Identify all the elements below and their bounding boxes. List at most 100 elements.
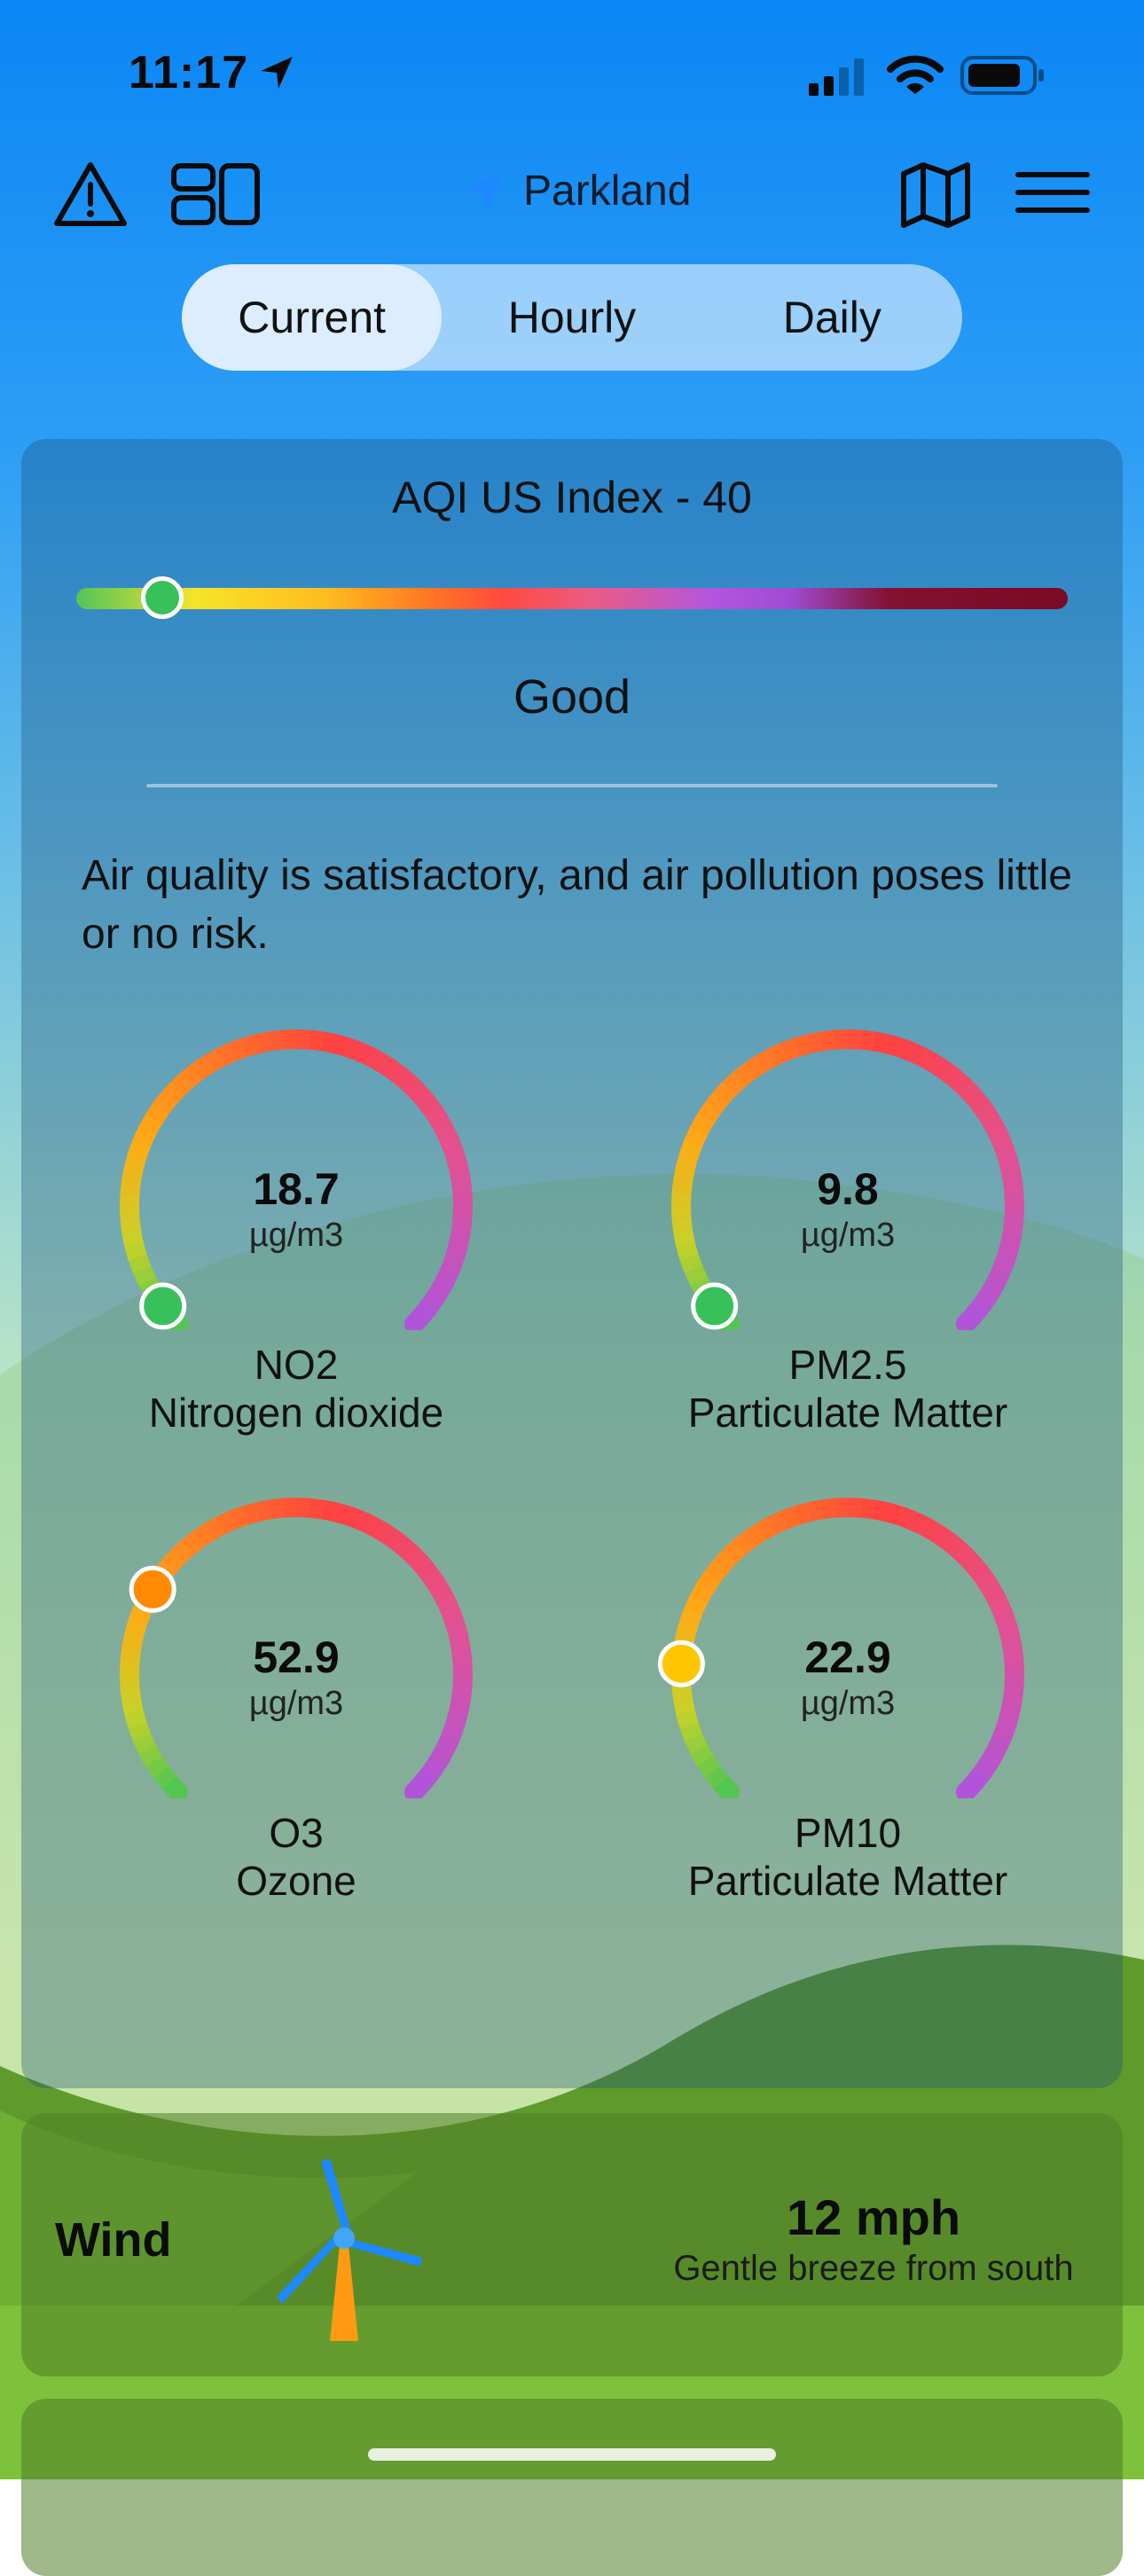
layout-icon[interactable]: [171, 163, 260, 225]
gauge-arc-segment: [992, 1138, 1016, 1158]
gauge-arc-segment: [407, 1549, 431, 1573]
status-time: 11:17: [129, 47, 249, 98]
next-card[interactable]: [21, 2399, 1123, 2576]
gauge-arc-segment: [884, 1502, 903, 1525]
gauge-arc-segment: [896, 1506, 916, 1530]
aqi-scale-marker: [141, 576, 184, 619]
gauge-arc-segment: [441, 1722, 465, 1742]
gauge-arc-segment: [441, 1254, 465, 1274]
menu-icon[interactable]: [1015, 170, 1090, 215]
gauge-name: Particulate Matter: [687, 1858, 1008, 1904]
gauge-arc-segment: [705, 1766, 729, 1789]
gauge-arc-segment: [733, 1531, 756, 1555]
gauge-arc-segment: [939, 1531, 963, 1555]
tab-current[interactable]: Current: [182, 264, 442, 371]
gauge-arc-segment: [685, 1593, 709, 1615]
time-range-tabs: Current Hourly Daily: [182, 264, 962, 371]
gauge-arc-segment: [992, 1722, 1016, 1742]
gauge-arc-segment: [834, 1030, 849, 1050]
tab-daily[interactable]: Daily: [702, 264, 962, 371]
gauge-arc-segment: [161, 1549, 185, 1573]
gauge-arc-segment: [872, 1031, 889, 1053]
gauge-arc-segment: [780, 1037, 800, 1061]
gauge-arc-segment: [429, 1114, 454, 1135]
gauge-arc-segment: [713, 1081, 737, 1105]
wind-speed: 12 mph: [786, 2189, 961, 2245]
gauge-arc-segment: [987, 1125, 1011, 1147]
gauge-arc-segment: [255, 1031, 272, 1053]
gauge-arc-segment: [929, 1055, 952, 1079]
gauge-arc-segment: [987, 1593, 1011, 1615]
gauge-value: 52.9: [253, 1633, 340, 1682]
gauge-arc-segment: [834, 1498, 849, 1518]
wifi-icon: [887, 55, 944, 94]
gauge-code: PM2.5: [788, 1342, 907, 1388]
gauge-arc-segment: [705, 1559, 729, 1583]
gauge-arc-segment: [320, 1031, 338, 1053]
gauge-arc-segment: [215, 1511, 237, 1535]
gauge-arc-segment: [949, 1539, 973, 1563]
gauge-arc-segment: [929, 1523, 952, 1547]
tab-hourly[interactable]: Hourly: [442, 264, 701, 371]
gauge-arc-segment: [697, 1102, 721, 1124]
gauge-arc-segment: [949, 1071, 973, 1095]
gauge-arc-segment: [713, 1549, 737, 1573]
gauge-arc-segment: [423, 1102, 447, 1124]
gauge-name: Nitrogen dioxide: [148, 1390, 444, 1436]
gauge-arc-segment: [955, 1773, 984, 1798]
gauge-arc-segment: [429, 1277, 454, 1298]
aqi-title: AQI US Index - 40: [392, 473, 752, 522]
gauge-value: 22.9: [804, 1633, 891, 1682]
gauge-arc-segment: [723, 1071, 747, 1095]
gauge-arc-segment: [819, 1498, 836, 1520]
gauge-arc-segment: [705, 1091, 729, 1115]
wind-turbine-icon: [277, 2158, 422, 2341]
gauge-arc-segment: [204, 1516, 225, 1541]
gauge-arc-segment: [756, 1516, 777, 1541]
aqi-description: Air quality is satisfactory, and air pol…: [82, 852, 1072, 958]
gauge-arc-segment: [723, 1539, 747, 1563]
gauge-arc-segment: [975, 1102, 999, 1124]
gauge-name: Ozone: [236, 1858, 357, 1904]
gauge-arc-segment: [128, 1606, 152, 1626]
gauge-arc-segment: [228, 1506, 248, 1530]
gauge-arc-segment: [959, 1081, 983, 1105]
gauge-arc-segment: [685, 1125, 709, 1147]
gauge-arc-segment: [241, 1502, 260, 1525]
gauge-arc-segment: [981, 1114, 1006, 1135]
gauge-arc-segment: [884, 1034, 903, 1057]
gauge-arc-segment: [128, 1254, 152, 1274]
gauge-arc-segment: [767, 1511, 788, 1535]
gauge-arc-segment: [987, 1734, 1011, 1755]
gauge-arc-segment: [308, 1498, 325, 1520]
gauge-arc-segment: [859, 1498, 876, 1520]
gauge-arc-segment: [404, 1304, 433, 1330]
map-icon[interactable]: [900, 161, 971, 229]
gauge-arc-segment: [992, 1254, 1016, 1274]
gauge-arc-segment: [435, 1125, 459, 1147]
location-button[interactable]: Parkland: [461, 167, 691, 215]
gauge-value: 18.7: [253, 1164, 340, 1214]
gauge-unit: µg/m3: [800, 1685, 896, 1722]
gauge-arc-segment: [679, 1138, 703, 1158]
home-indicator[interactable]: [368, 2448, 776, 2461]
gauge-arc-segment: [171, 1539, 195, 1563]
gauge-arc-segment: [228, 1037, 248, 1061]
location-services-icon: [261, 57, 293, 89]
gauge-arc-segment: [793, 1034, 811, 1057]
gauge-name: Particulate Matter: [687, 1390, 1008, 1436]
gauge-arc-segment: [367, 1516, 388, 1541]
gauge-arc-segment: [690, 1114, 715, 1135]
warning-icon[interactable]: [53, 160, 128, 229]
gauge-arc-segment: [192, 1055, 215, 1079]
gauge-marker: [139, 1282, 187, 1330]
gauge-arc-segment: [806, 1499, 824, 1522]
gauge-arc-segment: [295, 1030, 310, 1050]
gauge-arc-segment: [128, 1138, 152, 1158]
gauge-arc-segment: [404, 1773, 433, 1798]
gauge-arc-segment: [441, 1606, 465, 1626]
gauge-arc-segment: [415, 1091, 439, 1115]
gauge-arc-segment: [756, 1048, 777, 1073]
gauge-arc-segment: [975, 1570, 999, 1593]
gauge-arc-segment: [153, 1766, 177, 1789]
